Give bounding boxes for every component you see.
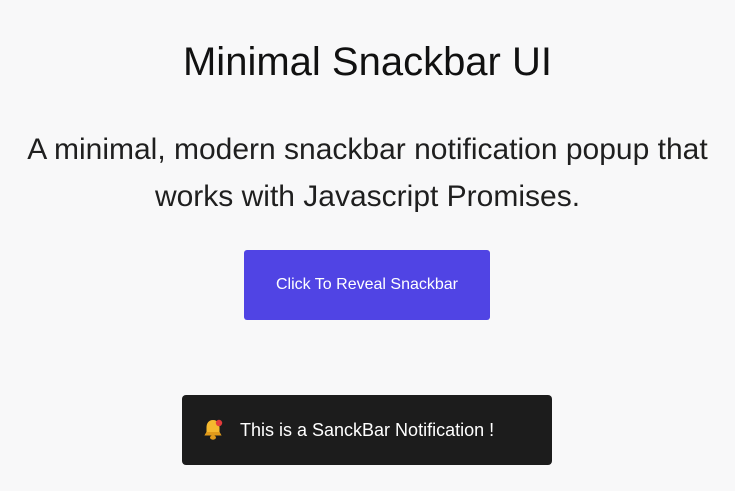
reveal-snackbar-button[interactable]: Click To Reveal Snackbar [244,250,490,320]
page-subtitle: A minimal, modern snackbar notification … [0,126,735,220]
subtitle-line-2: works with Javascript Promises. [154,180,581,213]
snackbar-message: This is a SanckBar Notification ! [240,419,495,440]
page-title: Minimal Snackbar UI [182,40,552,84]
bell-icon [202,418,224,442]
subtitle-line-1: A minimal, modern snackbar notification … [27,133,708,166]
snackbar: This is a SanckBar Notification ! [182,395,552,465]
page: Minimal Snackbar UI A minimal, modern sn… [0,0,735,491]
